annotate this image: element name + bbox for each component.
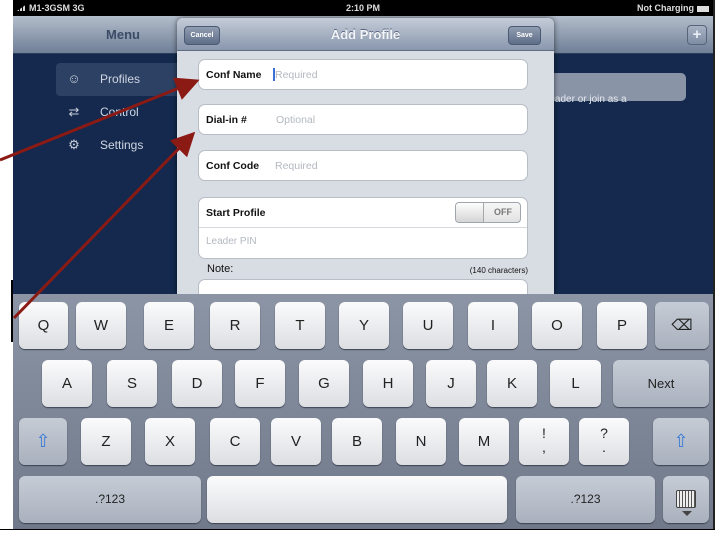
key-n[interactable]: N bbox=[396, 418, 446, 465]
add-profile-dialog: Cancel Add Profile Save Conf Name Requir… bbox=[177, 18, 554, 294]
people-icon: ☺ bbox=[67, 71, 81, 86]
key-question-label: ? bbox=[600, 425, 608, 441]
key-f[interactable]: F bbox=[235, 360, 285, 407]
screenshot: M1-3GSM 3G 2:10 PM Not Charging Menu + ☺… bbox=[0, 0, 715, 535]
dial-in-label: Dial-in # bbox=[206, 114, 247, 126]
conf-name-placeholder: Required bbox=[275, 69, 318, 81]
frame-edge bbox=[0, 280, 13, 342]
note-textarea[interactable] bbox=[198, 279, 528, 294]
key-i[interactable]: I bbox=[468, 302, 518, 349]
conf-code-field[interactable]: Conf Code Required bbox=[198, 150, 528, 181]
conf-name-field[interactable]: Conf Name Required bbox=[198, 59, 528, 90]
key-g[interactable]: G bbox=[299, 360, 349, 407]
key-j[interactable]: J bbox=[426, 360, 476, 407]
key-y[interactable]: Y bbox=[339, 302, 389, 349]
next-key[interactable]: Next bbox=[613, 360, 709, 407]
shift-icon: ⇧ bbox=[673, 431, 689, 451]
key-r[interactable]: R bbox=[210, 302, 260, 349]
key-period-label: . bbox=[602, 439, 606, 455]
key-a[interactable]: A bbox=[42, 360, 92, 407]
key-e[interactable]: E bbox=[144, 302, 194, 349]
hide-keyboard-key[interactable] bbox=[663, 476, 709, 523]
add-button[interactable]: + bbox=[687, 25, 707, 45]
note-label: Note: bbox=[207, 263, 234, 275]
start-profile-label: Start Profile bbox=[206, 207, 266, 219]
frame-edge bbox=[0, 529, 715, 535]
shift-key-right[interactable]: ⇧ bbox=[653, 418, 709, 465]
key-comma-label: , bbox=[542, 439, 546, 455]
battery-status: Not Charging bbox=[637, 3, 709, 13]
clock: 2:10 PM bbox=[345, 3, 380, 13]
divider bbox=[199, 227, 527, 228]
sliders-icon: ⇄ bbox=[68, 104, 80, 119]
conf-name-label: Conf Name bbox=[206, 69, 262, 81]
dialog-title: Add Profile bbox=[330, 27, 401, 42]
battery-icon bbox=[697, 5, 709, 12]
key-o[interactable]: O bbox=[532, 302, 582, 349]
dial-in-field[interactable]: Dial-in # Optional bbox=[198, 104, 528, 135]
key-b[interactable]: B bbox=[332, 418, 382, 465]
gear-icon: ⚙ bbox=[68, 137, 80, 152]
key-exclaim-label: ! bbox=[542, 425, 546, 441]
key-h[interactable]: H bbox=[363, 360, 413, 407]
shift-key-left[interactable]: ⇧ bbox=[19, 418, 67, 465]
dial-in-placeholder: Optional bbox=[276, 114, 316, 126]
status-bar: M1-3GSM 3G 2:10 PM Not Charging bbox=[13, 0, 713, 16]
key-p[interactable]: P bbox=[597, 302, 647, 349]
key-d[interactable]: D bbox=[172, 360, 222, 407]
sidebar-item-label: Control bbox=[100, 105, 139, 119]
key-l[interactable]: L bbox=[550, 360, 601, 407]
key-question-period[interactable]: ? . bbox=[579, 418, 629, 465]
sidebar-item-label: Profiles bbox=[100, 72, 141, 86]
key-t[interactable]: T bbox=[275, 302, 325, 349]
start-profile-group: Start Profile OFF Leader PIN bbox=[198, 197, 528, 259]
toggle-knob bbox=[456, 203, 484, 222]
shift-icon: ⇧ bbox=[35, 431, 51, 451]
numbers-key-right[interactable]: .?123 bbox=[516, 476, 655, 523]
conf-code-label: Conf Code bbox=[206, 160, 260, 172]
key-u[interactable]: U bbox=[403, 302, 453, 349]
key-v[interactable]: V bbox=[271, 418, 321, 465]
key-s[interactable]: S bbox=[107, 360, 157, 407]
key-w[interactable]: W bbox=[76, 302, 126, 349]
key-q[interactable]: Q bbox=[19, 302, 68, 349]
key-c[interactable]: C bbox=[210, 418, 260, 465]
space-key[interactable] bbox=[207, 476, 507, 523]
numbers-key-left[interactable]: .?123 bbox=[19, 476, 201, 523]
conf-code-placeholder: Required bbox=[275, 160, 318, 172]
note-char-limit: (140 characters) bbox=[469, 266, 528, 275]
key-m[interactable]: M bbox=[459, 418, 509, 465]
backspace-icon: ⌫ bbox=[671, 317, 693, 334]
start-profile-toggle[interactable]: OFF bbox=[455, 202, 521, 223]
dialog-navbar: Cancel Add Profile Save bbox=[177, 18, 554, 51]
key-z[interactable]: Z bbox=[81, 418, 131, 465]
key-x[interactable]: X bbox=[145, 418, 195, 465]
keyboard-icon bbox=[676, 490, 696, 516]
backspace-key[interactable]: ⌫ bbox=[655, 302, 709, 349]
save-button[interactable]: Save bbox=[508, 26, 541, 45]
sidebar-item-label: Settings bbox=[100, 138, 144, 152]
key-k[interactable]: K bbox=[487, 360, 537, 407]
onscreen-keyboard: Q W E R T Y U I O P ⌫ A S D F G H J K L … bbox=[13, 294, 713, 529]
leader-pin-field[interactable]: Leader PIN bbox=[206, 236, 257, 247]
key-exclaim-comma[interactable]: ! , bbox=[519, 418, 569, 465]
menu-title: Menu bbox=[106, 27, 140, 42]
toggle-state: OFF bbox=[494, 207, 512, 217]
